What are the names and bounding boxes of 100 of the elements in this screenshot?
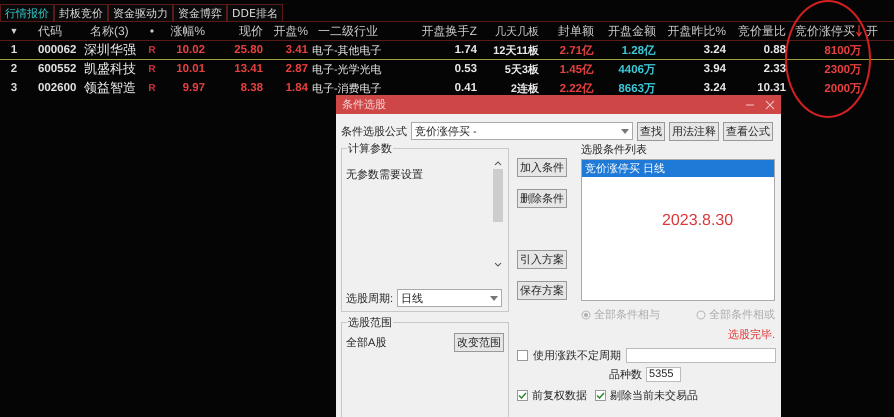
table-row[interactable]: 2 600552 凯盛科技 R 10.01 13.41 2.87 电子-光学光电 0.53 5天3板 1.45亿 4406万 3.94 2.33 2300万: [0, 60, 894, 79]
table-cell-text: 电子-其他电子: [311, 44, 383, 58]
table-cell-text: 002600: [37, 82, 78, 94]
column-header[interactable]: 开盘昨比%: [656, 22, 726, 40]
table-cell-text: 1.74: [454, 44, 477, 56]
table-row[interactable]: 1 000062 深圳华强 R 10.02 25.80 3.41 电子-其他电子 1.74 12天11板 2.71亿 1.28亿 3.24 0.88 8100万: [0, 41, 894, 60]
table-cell-text: 3.24: [702, 44, 726, 56]
column-header[interactable]: 封单额: [539, 22, 594, 40]
group-title: 计算参数: [347, 141, 393, 156]
scroll-up-icon[interactable]: [494, 161, 502, 166]
dropdown-arrow-icon[interactable]: [490, 296, 498, 300]
table-cell-text: 深圳华强: [83, 41, 137, 59]
column-header[interactable]: 一二级行业: [308, 22, 415, 40]
table-cell-text: 8663万: [617, 82, 656, 96]
column-header[interactable]: 开: [862, 22, 894, 40]
table-cell-text: 领益智造: [83, 79, 137, 97]
table-cell-text: 9.97: [182, 82, 205, 94]
count-label: 品种数: [609, 368, 642, 382]
margin-mark: R: [147, 44, 157, 56]
status-message: 选股完毕.: [726, 328, 775, 342]
table-cell-text: 3.24: [702, 82, 726, 94]
window-title: 条件选股: [342, 98, 386, 112]
table-cell-text: 1.84: [284, 82, 308, 94]
table-cell-text: 4406万: [617, 62, 656, 76]
dialog-button[interactable]: 查找: [637, 122, 665, 140]
table-cell-text: 8100万: [823, 44, 862, 58]
checkbox[interactable]: [517, 350, 528, 361]
column-header[interactable]: 现价: [205, 22, 263, 40]
dialog-button[interactable]: 查看公式: [723, 122, 773, 140]
table-cell-text: 电子-消费电子: [311, 82, 383, 96]
column-header[interactable]: 涨幅%: [162, 22, 205, 40]
column-header[interactable]: 开盘换手Z: [415, 22, 477, 40]
tab[interactable]: DDE排名: [227, 4, 283, 21]
change-scope-button[interactable]: 改变范围: [454, 333, 504, 352]
table-cell-text: 13.41: [233, 63, 263, 75]
table-cell-text: 0.41: [454, 82, 477, 94]
table-cell-text: 25.80: [233, 44, 263, 56]
count-field[interactable]: 5355: [646, 367, 681, 382]
tab[interactable]: 封板竞价: [54, 4, 108, 21]
formula-label: 条件选股公式: [341, 124, 407, 138]
radio-button[interactable]: [696, 310, 706, 320]
scroll-down-icon[interactable]: [494, 262, 502, 267]
tab[interactable]: 行情报价: [0, 4, 54, 21]
table-row[interactable]: 3 002600 领益智造 R 9.97 8.38 1.84 电子-消费电子 0.41 2连板 2.22亿 8663万 3.24 10.31 2000万: [0, 79, 894, 98]
column-header[interactable]: 竞价量比: [726, 22, 786, 40]
column-header[interactable]: 开盘金额: [594, 22, 656, 40]
checkbox-label: 前复权数据: [532, 389, 587, 403]
dialog-button[interactable]: 用法注释: [669, 122, 719, 140]
column-header[interactable]: ▼: [0, 26, 28, 36]
column-header[interactable]: 代码: [28, 22, 80, 40]
table-cell-text: 12天11板: [492, 44, 539, 58]
radio-label: 全部条件相或: [709, 308, 775, 322]
date-annotation: 2023.8.30: [662, 212, 734, 230]
margin-mark: R: [147, 64, 157, 74]
table-cell-text: 10.01: [175, 63, 205, 75]
column-header[interactable]: 竞价涨停买: [786, 22, 862, 40]
list-label: 选股条件列表: [581, 143, 648, 157]
period-label: 选股周期:: [346, 292, 394, 306]
table-cell-text: 2.87: [284, 63, 308, 75]
scrollbar[interactable]: [492, 159, 504, 269]
tab[interactable]: 资金驱动力: [108, 4, 173, 21]
table-cell-text: 1.45亿: [558, 62, 594, 76]
sort-arrow-icon: [856, 25, 862, 38]
table-cell-text: 8.38: [240, 82, 263, 94]
period-dropdown[interactable]: 日线: [397, 289, 502, 307]
dialog-button[interactable]: 删除条件: [517, 189, 567, 208]
radio-button[interactable]: [581, 310, 591, 320]
tab[interactable]: 资金博弈: [173, 4, 227, 21]
table-cell-text: 1.28亿: [620, 44, 656, 58]
input-field[interactable]: [626, 348, 776, 363]
list-item[interactable]: 竞价涨停买 日线: [582, 160, 774, 177]
dropdown-arrow-icon[interactable]: [621, 128, 629, 134]
checkbox[interactable]: [595, 390, 606, 401]
dialog-button[interactable]: 加入条件: [517, 158, 567, 177]
table-cell-text: 2连板: [510, 82, 539, 96]
table-cell-text: 000062: [37, 44, 78, 56]
close-icon[interactable]: [765, 100, 775, 110]
dialog-button[interactable]: 引入方案: [517, 250, 567, 269]
params-message: 无参数需要设置: [346, 168, 423, 183]
checkbox[interactable]: [517, 390, 528, 401]
table-cell-text: 2.33: [762, 63, 786, 75]
table-cell-text: 3: [10, 82, 18, 94]
table-cell-text: 10.31: [756, 82, 786, 94]
column-header[interactable]: •: [142, 24, 162, 38]
group-title: 选股范围: [347, 315, 393, 330]
column-header[interactable]: 开盘%: [263, 22, 308, 40]
table-cell-text: 电子-光学光电: [311, 62, 383, 76]
table-cell-text: 600552: [37, 63, 78, 75]
margin-mark: R: [147, 82, 157, 94]
table-cell-text: 3.41: [284, 44, 308, 56]
table-cell-text: 0.53: [454, 63, 477, 75]
column-header[interactable]: 几天几板: [477, 24, 539, 38]
formula-dropdown[interactable]: 竞价涨停买 -: [411, 122, 633, 140]
dialog-button[interactable]: 保存方案: [517, 281, 567, 300]
table-cell-text: 2000万: [823, 82, 862, 96]
scope-value: 全部A股: [346, 336, 386, 350]
table-cell-text: 2: [10, 63, 18, 75]
table-cell-text: 2.22亿: [558, 82, 594, 96]
column-header[interactable]: 名称(3): [80, 22, 142, 40]
table-cell-text: 5天3板: [504, 62, 539, 76]
